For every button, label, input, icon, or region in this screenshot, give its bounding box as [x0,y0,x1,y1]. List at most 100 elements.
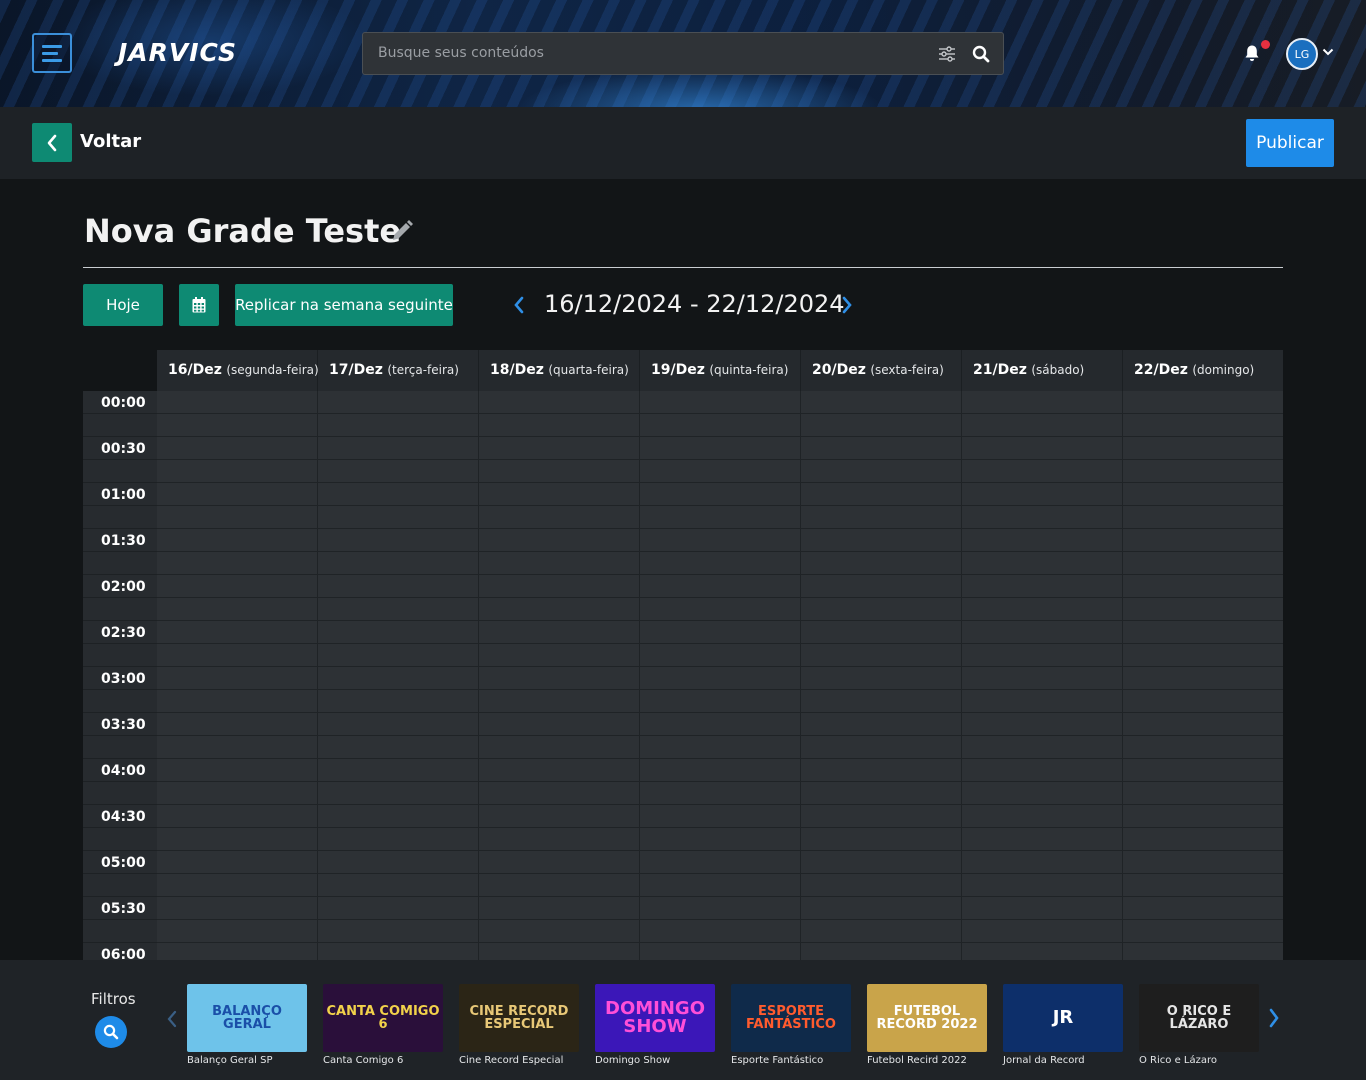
schedule-slot[interactable] [157,667,318,690]
schedule-slot[interactable] [318,851,479,874]
schedule-slot[interactable] [479,644,640,667]
schedule-slot[interactable] [1123,391,1283,414]
schedule-slot[interactable] [801,529,962,552]
schedule-slot[interactable] [318,897,479,920]
schedule-slot[interactable] [801,391,962,414]
schedule-slot[interactable] [640,713,801,736]
schedule-slot[interactable] [157,920,318,943]
schedule-slot[interactable] [479,920,640,943]
schedule-slot[interactable] [962,483,1123,506]
schedule-slot[interactable] [801,874,962,897]
schedule-slot[interactable] [157,575,318,598]
program-card[interactable]: JR Jornal da Record [1003,984,1123,1066]
program-card[interactable]: CINE RECORD ESPECIAL Cine Record Especial [459,984,579,1066]
schedule-slot[interactable] [962,575,1123,598]
schedule-slot[interactable] [801,552,962,575]
schedule-slot[interactable] [801,690,962,713]
schedule-slot[interactable] [962,828,1123,851]
schedule-slot[interactable] [962,851,1123,874]
program-thumbnail[interactable]: FUTEBOL RECORD 2022 [867,984,987,1052]
schedule-slot[interactable] [640,391,801,414]
schedule-slot[interactable] [318,920,479,943]
schedule-slot[interactable] [640,575,801,598]
schedule-slot[interactable] [479,851,640,874]
schedule-slot[interactable] [157,621,318,644]
pencil-edit-icon[interactable] [390,219,414,243]
schedule-slot[interactable] [157,713,318,736]
program-thumbnail[interactable]: O RICO E LÁZARO [1139,984,1259,1052]
schedule-slot[interactable] [479,552,640,575]
schedule-slot[interactable] [479,759,640,782]
schedule-slot[interactable] [801,414,962,437]
schedule-slot[interactable] [157,897,318,920]
schedule-slot[interactable] [1123,713,1283,736]
schedule-slot[interactable] [479,437,640,460]
today-button[interactable]: Hoje [83,284,163,326]
schedule-slot[interactable] [640,805,801,828]
schedule-slot[interactable] [479,897,640,920]
schedule-slot[interactable] [318,552,479,575]
schedule-slot[interactable] [962,920,1123,943]
schedule-slot[interactable] [318,713,479,736]
program-thumbnail[interactable]: CINE RECORD ESPECIAL [459,984,579,1052]
schedule-slot[interactable] [157,460,318,483]
schedule-slot[interactable] [479,690,640,713]
schedule-slot[interactable] [801,667,962,690]
schedule-slot[interactable] [318,391,479,414]
schedule-slot[interactable] [640,874,801,897]
schedule-slot[interactable] [479,506,640,529]
schedule-slot[interactable] [318,575,479,598]
schedule-slot[interactable] [318,483,479,506]
schedule-slot[interactable] [318,943,479,960]
back-label[interactable]: Voltar [80,131,141,152]
schedule-slot[interactable] [962,690,1123,713]
schedule-slot[interactable] [479,828,640,851]
schedule-slot[interactable] [1123,920,1283,943]
schedule-slot[interactable] [640,828,801,851]
schedule-slot[interactable] [318,460,479,483]
schedule-slot[interactable] [801,851,962,874]
schedule-slot[interactable] [640,736,801,759]
schedule-slot[interactable] [962,943,1123,960]
schedule-slot[interactable] [479,414,640,437]
avatar[interactable]: LG [1286,38,1318,70]
schedule-slot[interactable] [157,690,318,713]
schedule-slot[interactable] [962,391,1123,414]
schedule-slot[interactable] [640,782,801,805]
schedule-slot[interactable] [1123,621,1283,644]
schedule-slot[interactable] [479,598,640,621]
schedule-slot[interactable] [640,644,801,667]
schedule-slot[interactable] [1123,529,1283,552]
schedule-slot[interactable] [801,713,962,736]
schedule-slot[interactable] [479,805,640,828]
chevron-right-icon[interactable] [840,296,854,314]
schedule-slot[interactable] [1123,805,1283,828]
schedule-slot[interactable] [640,690,801,713]
schedule-slot[interactable] [1123,437,1283,460]
chevron-left-icon[interactable] [512,296,526,314]
schedule-slot[interactable] [318,598,479,621]
schedule-slot[interactable] [640,598,801,621]
schedule-slot[interactable] [801,644,962,667]
filters-search-button[interactable] [95,1016,127,1048]
schedule-slot[interactable] [157,828,318,851]
schedule-slot[interactable] [318,414,479,437]
schedule-slot[interactable] [318,621,479,644]
schedule-slot[interactable] [640,759,801,782]
program-thumbnail[interactable]: CANTA COMIGO 6 [323,984,443,1052]
schedule-slot[interactable] [479,874,640,897]
schedule-slot[interactable] [962,667,1123,690]
schedule-slot[interactable] [801,943,962,960]
schedule-slot[interactable] [1123,943,1283,960]
schedule-slot[interactable] [801,460,962,483]
schedule-slot[interactable] [479,483,640,506]
schedule-slot[interactable] [801,759,962,782]
program-card[interactable]: CANTA COMIGO 6 Canta Comigo 6 [323,984,443,1066]
schedule-slot[interactable] [479,736,640,759]
schedule-slot[interactable] [640,460,801,483]
schedule-slot[interactable] [318,506,479,529]
program-card[interactable]: O RICO E LÁZARO O Rico e Lázaro [1139,984,1259,1066]
schedule-slot[interactable] [640,897,801,920]
schedule-slot[interactable] [157,874,318,897]
schedule-slot[interactable] [640,414,801,437]
